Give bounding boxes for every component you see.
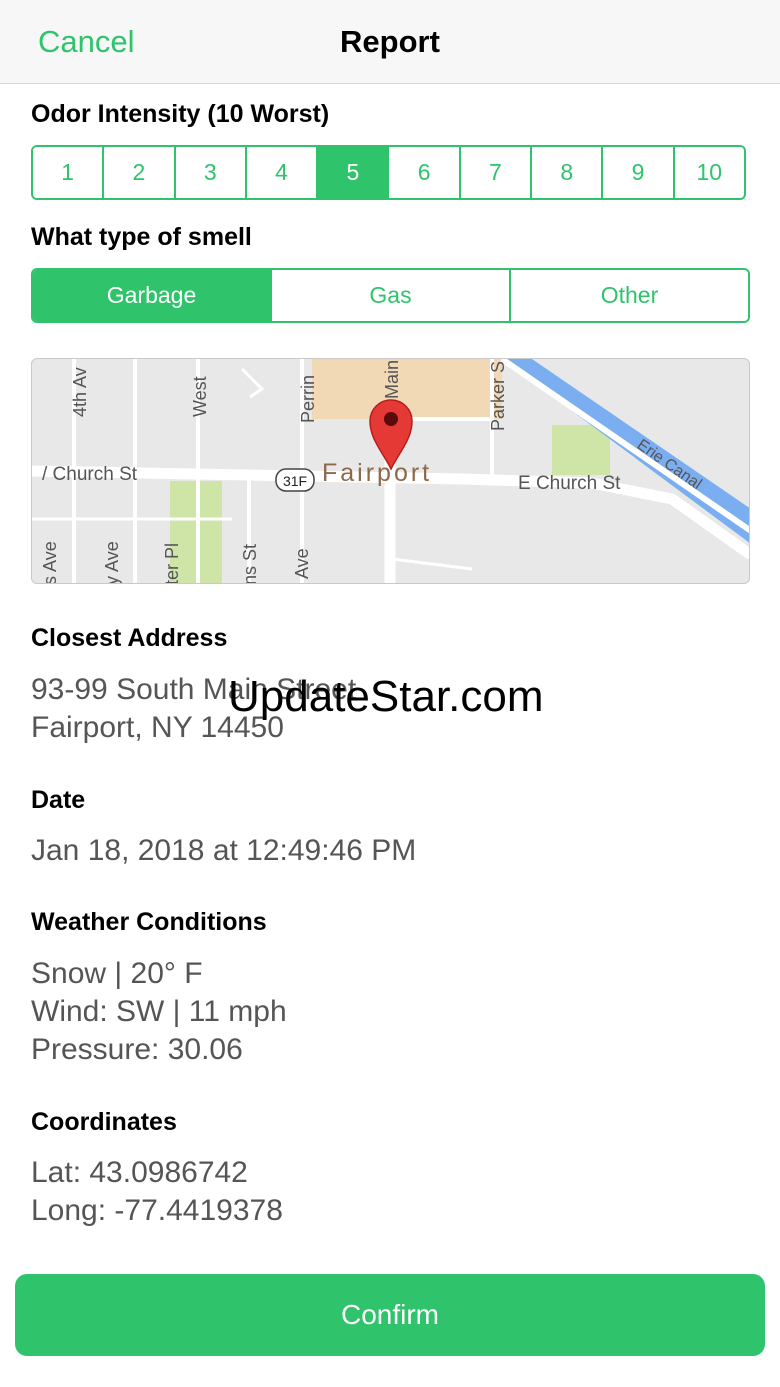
intensity-option-9[interactable]: 9 [601, 147, 673, 198]
map-label-pl: ter Pl [162, 543, 182, 584]
address-line2: Fairport, NY 14450 [31, 711, 284, 744]
page-title: Report [340, 24, 440, 59]
map-road-loop [240, 367, 265, 399]
map-label-perrin: Perrin [298, 375, 318, 423]
intensity-option-8[interactable]: 8 [530, 147, 602, 198]
intensity-option-1[interactable]: 1 [33, 147, 103, 198]
weather-label: Weather Conditions [31, 908, 267, 936]
map-label-main: Main [382, 360, 402, 399]
smell-type-label: What type of smell [31, 223, 252, 251]
date-label: Date [31, 786, 86, 814]
intensity-option-4[interactable]: 4 [244, 147, 317, 198]
smell-option-garbage[interactable]: Garbage [33, 270, 270, 321]
address-label: Closest Address [31, 624, 228, 652]
map-label-ave-c: Ave [292, 548, 312, 579]
intensity-option-6[interactable]: 6 [387, 147, 459, 198]
intensity-option-3[interactable]: 3 [173, 147, 245, 198]
location-map[interactable]: / Church St E Church St 4th Av West Perr… [31, 358, 750, 584]
smell-option-gas[interactable]: Gas [270, 270, 509, 321]
address-line1: 93-99 South Main Street [31, 673, 357, 706]
intensity-option-7[interactable]: 7 [458, 147, 531, 198]
smell-segmented-control: Garbage Gas Other [31, 268, 750, 323]
map-road-d [391, 557, 473, 571]
map-canvas: / Church St E Church St 4th Av West Perr… [32, 359, 749, 584]
weather-pressure: Pressure: 30.06 [31, 1033, 243, 1066]
map-town-label: Fairport [322, 459, 432, 487]
weather-wind: Wind: SW | 11 mph [31, 995, 287, 1028]
route-shield-icon: 31F [275, 468, 315, 492]
weather-conditions: Snow | 20° F [31, 957, 203, 990]
date-value: Jan 18, 2018 at 12:49:46 PM [31, 834, 417, 867]
map-label-ave-b: y Ave [102, 541, 122, 584]
map-label-4th-ave: 4th Av [70, 367, 90, 417]
map-label-w-church: / Church St [42, 464, 138, 485]
coordinates-label: Coordinates [31, 1108, 177, 1136]
route-shield-label: 31F [283, 473, 307, 489]
confirm-button[interactable]: Confirm [15, 1274, 765, 1356]
intensity-segmented-control: 1 2 3 4 5 6 7 8 9 10 [31, 145, 746, 200]
map-label-ave-a: s Ave [40, 541, 60, 584]
map-label-west: West [190, 376, 210, 417]
map-label-e-church: E Church St [518, 473, 621, 494]
intensity-option-2[interactable]: 2 [102, 147, 174, 198]
intensity-label: Odor Intensity (10 Worst) [31, 100, 330, 128]
longitude-value: Long: -77.4419378 [31, 1194, 283, 1227]
intensity-option-5[interactable]: 5 [316, 147, 388, 198]
smell-option-other[interactable]: Other [509, 270, 748, 321]
map-label-st-b: ns St [240, 544, 260, 584]
latitude-value: Lat: 43.0986742 [31, 1156, 248, 1189]
intensity-option-10[interactable]: 10 [672, 147, 744, 198]
cancel-button[interactable]: Cancel [38, 24, 135, 60]
navigation-bar: Cancel Report [0, 0, 780, 84]
map-road-canal-side [500, 359, 749, 534]
map-label-parker: Parker S [488, 361, 508, 431]
